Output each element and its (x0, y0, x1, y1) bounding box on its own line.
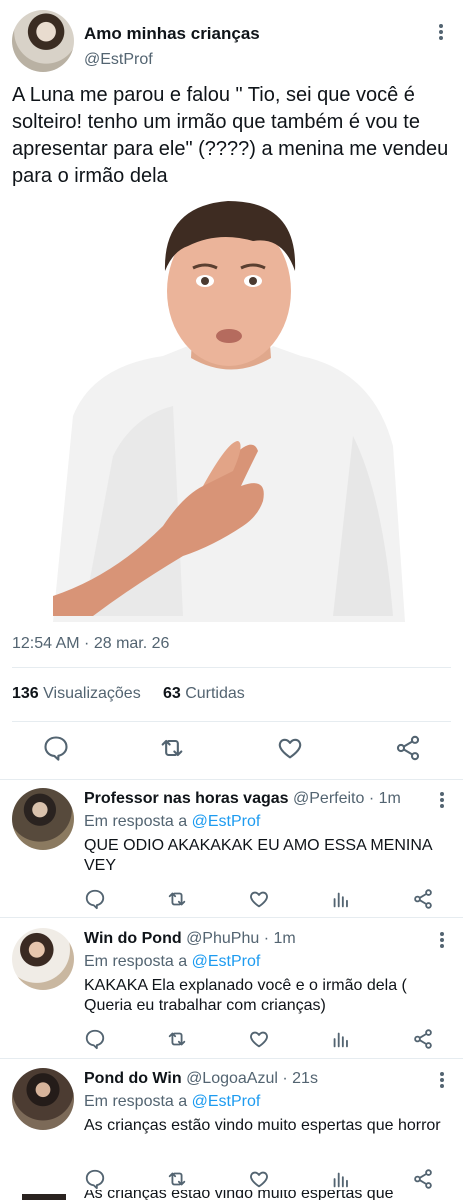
divider (12, 667, 451, 668)
reply-item[interactable]: As crianças estão vindo muito espertas q… (0, 1190, 463, 1200)
in-reply-to: Em resposta a @EstProf (84, 1093, 260, 1111)
reply-text: KAKAKA Ela explanado você e o irmão dela… (84, 977, 407, 1014)
reply-author[interactable]: Win do Pond (84, 930, 182, 947)
share-icon[interactable] (412, 1028, 434, 1050)
more-options-icon[interactable] (439, 792, 445, 812)
reply-meta[interactable]: @LogoaAzul · 21s (186, 1070, 318, 1087)
avatar[interactable] (12, 788, 74, 850)
in-reply-to: Em resposta a @EstProf (84, 953, 260, 971)
reply-author[interactable]: Pond do Win (84, 1070, 182, 1087)
photo-illustration (53, 196, 409, 622)
share-icon[interactable] (412, 888, 434, 910)
in-reply-handle[interactable]: @EstProf (192, 953, 261, 970)
reply-icon[interactable] (84, 1168, 106, 1190)
retweet-icon[interactable] (166, 888, 188, 910)
in-reply-prefix: Em resposta a (84, 953, 188, 970)
reply-author[interactable]: Professor nas horas vagas (84, 790, 289, 807)
views-count: 136 (12, 685, 39, 702)
reply-icon[interactable] (84, 888, 106, 910)
reply-text: QUE ODIO AKAKAKAK EU AMO ESSA MENINA VEY (84, 837, 432, 874)
analytics-icon[interactable] (330, 1028, 352, 1050)
display-name[interactable]: Amo minhas crianças (84, 24, 260, 44)
more-options-icon[interactable] (439, 1072, 445, 1092)
reply-icon[interactable] (42, 734, 70, 762)
reply-icon[interactable] (84, 1028, 106, 1050)
divider (12, 721, 451, 722)
in-reply-handle[interactable]: @EstProf (192, 1093, 261, 1110)
retweet-icon[interactable] (166, 1028, 188, 1050)
tweet-timestamp[interactable]: 12:54 AM · 28 mar. 26 (12, 635, 169, 653)
retweet-icon[interactable] (166, 1168, 188, 1190)
reply-header: Pond do Win @LogoaAzul · 21s (84, 1070, 318, 1088)
analytics-icon[interactable] (330, 1168, 352, 1190)
reply-header: Professor nas horas vagas @Perfeito · 1m (84, 790, 401, 808)
reply-item[interactable]: Pond do Win @LogoaAzul · 21s Em resposta… (0, 1060, 463, 1196)
tweet-text: A Luna me parou e falou " Tio, sei que v… (12, 84, 449, 187)
avatar[interactable] (12, 928, 74, 990)
analytics-icon[interactable] (330, 888, 352, 910)
reply-header: Win do Pond @PhuPhu · 1m (84, 930, 296, 948)
tweet-stats: 136 Visualizações 63 Curtidas (12, 685, 245, 703)
share-icon[interactable] (412, 1168, 434, 1190)
reply-meta[interactable]: @Perfeito · 1m (293, 790, 401, 807)
reply-text: As crianças estão vindo muito espertas q… (84, 1117, 441, 1134)
tweet-actions (12, 734, 442, 766)
reply-text: As crianças estão vindo muito espertas q… (84, 1190, 394, 1200)
divider (0, 917, 463, 918)
user-handle[interactable]: @EstProf (84, 51, 153, 69)
like-icon[interactable] (248, 1168, 270, 1190)
likes-count: 63 (162, 685, 181, 702)
in-reply-handle[interactable]: @EstProf (192, 813, 261, 830)
avatar[interactable] (22, 1194, 66, 1200)
like-icon[interactable] (276, 734, 304, 762)
avatar[interactable] (12, 1068, 74, 1130)
reply-meta[interactable]: @PhuPhu · 1m (186, 930, 296, 947)
more-options-icon[interactable] (438, 24, 444, 44)
tweet-photo[interactable] (53, 196, 409, 622)
divider (0, 1058, 463, 1059)
like-icon[interactable] (248, 888, 270, 910)
reply-item[interactable]: Professor nas horas vagas @Perfeito · 1m… (0, 780, 463, 916)
like-icon[interactable] (248, 1028, 270, 1050)
views-label[interactable]: Visualizações (43, 685, 141, 702)
more-options-icon[interactable] (439, 932, 445, 952)
tweet-header: Amo minhas crianças @EstProf (12, 10, 452, 74)
avatar[interactable] (12, 10, 74, 72)
in-reply-to: Em resposta a @EstProf (84, 813, 260, 831)
in-reply-prefix: Em resposta a (84, 1093, 188, 1110)
share-icon[interactable] (394, 734, 422, 762)
likes-label[interactable]: Curtidas (185, 685, 245, 702)
retweet-icon[interactable] (158, 734, 186, 762)
in-reply-prefix: Em resposta a (84, 813, 188, 830)
reply-item[interactable]: Win do Pond @PhuPhu · 1m Em resposta a @… (0, 920, 463, 1056)
